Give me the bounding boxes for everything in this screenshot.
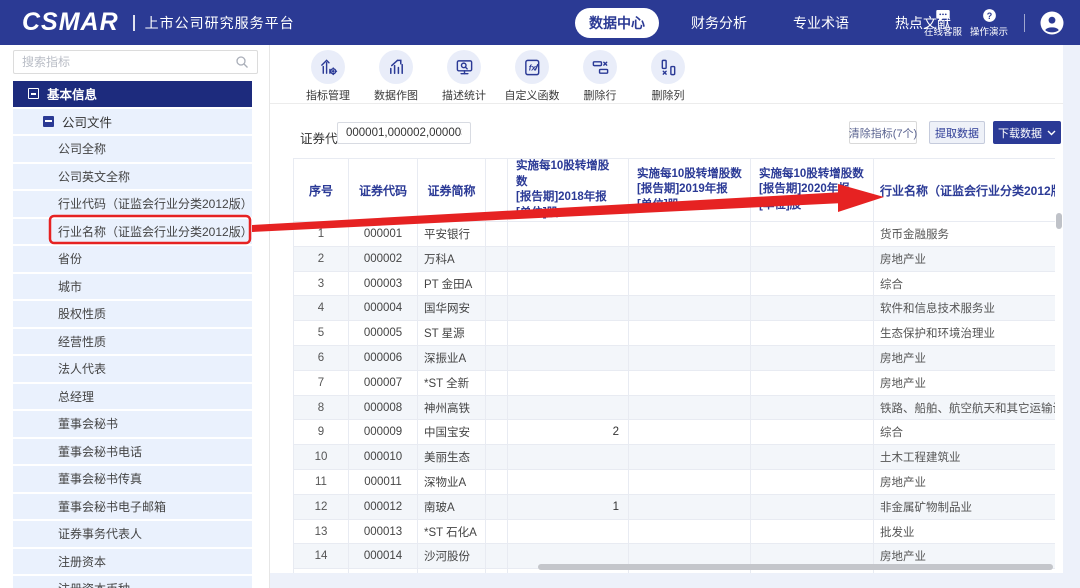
data-table: 序号 证券代码 证券简称 实施每10股转增股数 [报告期]2018年报 [单位]… (293, 158, 1055, 573)
sidebar-indicator-item[interactable]: 省份 (13, 246, 252, 272)
download-data-button[interactable]: 下载数据 (993, 121, 1061, 144)
table-row[interactable]: 1 000001 平安银行 货币金融服务 (294, 222, 1056, 247)
toolbar-tool[interactable]: 数据作图 (362, 45, 430, 103)
table-row[interactable]: 13 000013 *ST 石化A 批发业 (294, 519, 1056, 544)
table-row[interactable]: 7 000007 *ST 全新 房地产业 (294, 370, 1056, 395)
security-code-input[interactable] (337, 122, 471, 144)
table-toolbar: 指标管理 数据作图 描述统计 fx 自定义函数 (270, 45, 1063, 104)
toolbar-tool[interactable]: 删除列 (634, 45, 702, 103)
indicator-tree: 基本信息 公司文件 公司全称 公司英文全称 行业代码（证监会行业分类201 (13, 81, 252, 588)
csmar-logo: CSMAR (22, 8, 119, 37)
sidebar-indicator-item[interactable]: 法人代表 (13, 356, 252, 382)
chart-arrow-icon (387, 58, 406, 77)
logo-divider (133, 15, 135, 31)
result-table-wrap: 序号 证券代码 证券简称 实施每10股转增股数 [报告期]2018年报 [单位]… (293, 158, 1055, 573)
search-input[interactable] (22, 55, 235, 69)
search-icon[interactable] (235, 55, 249, 69)
sidebar-item-company-files[interactable]: 公司文件 (13, 109, 252, 135)
col-header-gap (486, 159, 508, 222)
vertical-scrollbar[interactable] (1056, 213, 1062, 229)
sidebar-indicator-item[interactable]: 城市 (13, 274, 252, 300)
svg-text:?: ? (986, 10, 992, 20)
col-header-code[interactable]: 证券代码 (349, 159, 418, 222)
indicator-sidebar: 基本信息 公司文件 公司全称 公司英文全称 行业代码（证监会行业分类201 (0, 45, 270, 588)
fx-icon: fx (523, 58, 542, 77)
tree-root-label: 基本信息 (47, 84, 97, 103)
brand[interactable]: CSMAR 上市公司研究服务平台 (22, 0, 295, 45)
table-row[interactable]: 8 000008 神州高铁 铁路、船舶、航空航天和其它运输设备... (294, 395, 1056, 420)
toolbar-tool[interactable]: 删除行 (566, 45, 634, 103)
sidebar-indicator-item[interactable]: 董事会秘书电子邮箱 (13, 494, 252, 520)
indicator-search[interactable] (13, 50, 258, 74)
tree-group-label: 公司文件 (62, 112, 112, 131)
table-row[interactable]: 3 000003 PT 金田A 综合 (294, 271, 1056, 296)
sidebar-indicator-item[interactable]: 注册资本 (13, 549, 252, 575)
user-avatar-icon[interactable] (1039, 10, 1065, 36)
delete-col-icon (659, 58, 678, 77)
sidebar-indicator-item[interactable]: 经营性质 (13, 329, 252, 355)
nav-utility[interactable]: ? 操作演示 (966, 7, 1012, 38)
nav-item[interactable]: 数据中心 (575, 8, 659, 38)
sidebar-indicator-item[interactable]: 股权性质 (13, 301, 252, 327)
delete-row-icon (591, 58, 610, 77)
product-name: 上市公司研究服务平台 (145, 13, 295, 33)
clear-indicators-button[interactable]: 清除指标(7个) (849, 121, 917, 144)
utility-divider (1024, 14, 1025, 32)
svg-text:fx: fx (528, 63, 536, 72)
sidebar-indicator-item[interactable]: 行业代码（证监会行业分类2012版） (13, 191, 252, 217)
collapse-icon[interactable] (28, 88, 39, 99)
table-row[interactable]: 10 000010 美丽生态 土木工程建筑业 (294, 445, 1056, 470)
table-row[interactable]: 5 000005 ST 星源 生态保护和环境治理业 (294, 321, 1056, 346)
sidebar-indicator-item[interactable]: 公司全称 (13, 136, 252, 162)
sidebar-indicator-item[interactable]: 董事会秘书电话 (13, 439, 252, 465)
nav-item[interactable]: 专业术语 (779, 8, 863, 38)
col-header-industry[interactable]: 行业名称（证监会行业分类2012版） (874, 159, 1056, 222)
nav-item[interactable]: 财务分析 (677, 8, 761, 38)
col-header-2020[interactable]: 实施每10股转增股数 [报告期]2020年报 [单位]股 (751, 159, 874, 222)
nav-menu: 数据中心财务分析专业术语热点文献 (575, 0, 965, 45)
toolbar-tool[interactable]: fx 自定义函数 (498, 45, 566, 103)
sidebar-indicator-item[interactable]: 董事会秘书 (13, 411, 252, 437)
data-center-panel: 指标管理 数据作图 描述统计 fx 自定义函数 (270, 45, 1063, 573)
collapse-icon[interactable] (43, 116, 54, 127)
nav-utilities: 在线客服 ? 操作演示 (920, 0, 1065, 45)
col-header-2018[interactable]: 实施每10股转增股数 [报告期]2018年报 [单位]股 (508, 159, 629, 222)
col-header-name[interactable]: 证券简称 (418, 159, 486, 222)
sidebar-indicator-item[interactable]: 注册资本币种 (13, 576, 252, 588)
sidebar-item-basic-info[interactable]: 基本信息 (13, 81, 252, 107)
top-navbar: CSMAR 上市公司研究服务平台 数据中心财务分析专业术语热点文献 在线客服 ?… (0, 0, 1080, 45)
table-row[interactable]: 2 000002 万科A 房地产业 (294, 246, 1056, 271)
col-header-2019[interactable]: 实施每10股转增股数 [报告期]2019年报 [单位]股 (629, 159, 751, 222)
col-header-index[interactable]: 序号 (294, 159, 349, 222)
csmar-app: CSMAR 上市公司研究服务平台 数据中心财务分析专业术语热点文献 在线客服 ?… (0, 0, 1080, 588)
extract-data-button[interactable]: 提取数据 (929, 121, 985, 144)
monitor-stat-icon (455, 58, 474, 77)
table-row[interactable]: 6 000006 深振业A 房地产业 (294, 346, 1056, 371)
chevron-down-icon (1047, 130, 1056, 136)
table-row[interactable]: 4 000004 国华网安 软件和信息技术服务业 (294, 296, 1056, 321)
sidebar-indicator-item[interactable]: 总经理 (13, 384, 252, 410)
nav-utility[interactable]: 在线客服 (920, 7, 966, 38)
sidebar-indicator-item[interactable]: 行业名称（证监会行业分类2012版） (13, 219, 252, 245)
chart-gear-icon (319, 58, 338, 77)
toolbar-tool[interactable]: 描述统计 (430, 45, 498, 103)
question-icon: ? (982, 7, 997, 23)
table-row[interactable]: 9 000009 中国宝安 2 综合 (294, 420, 1056, 445)
sidebar-indicator-item[interactable]: 公司英文全称 (13, 164, 252, 190)
toolbar-tool[interactable]: 指标管理 (294, 45, 362, 103)
horizontal-scrollbar[interactable] (538, 564, 1053, 570)
sidebar-indicator-item[interactable]: 证券事务代表人 (13, 521, 252, 547)
chat-icon (935, 7, 951, 23)
sidebar-indicator-item[interactable]: 董事会秘书传真 (13, 466, 252, 492)
table-row[interactable]: 12 000012 南玻A 1 非金属矿物制品业 (294, 494, 1056, 519)
header-row: 序号 证券代码 证券简称 实施每10股转增股数 [报告期]2018年报 [单位]… (294, 159, 1056, 222)
table-row[interactable]: 11 000011 深物业A 房地产业 (294, 470, 1056, 495)
